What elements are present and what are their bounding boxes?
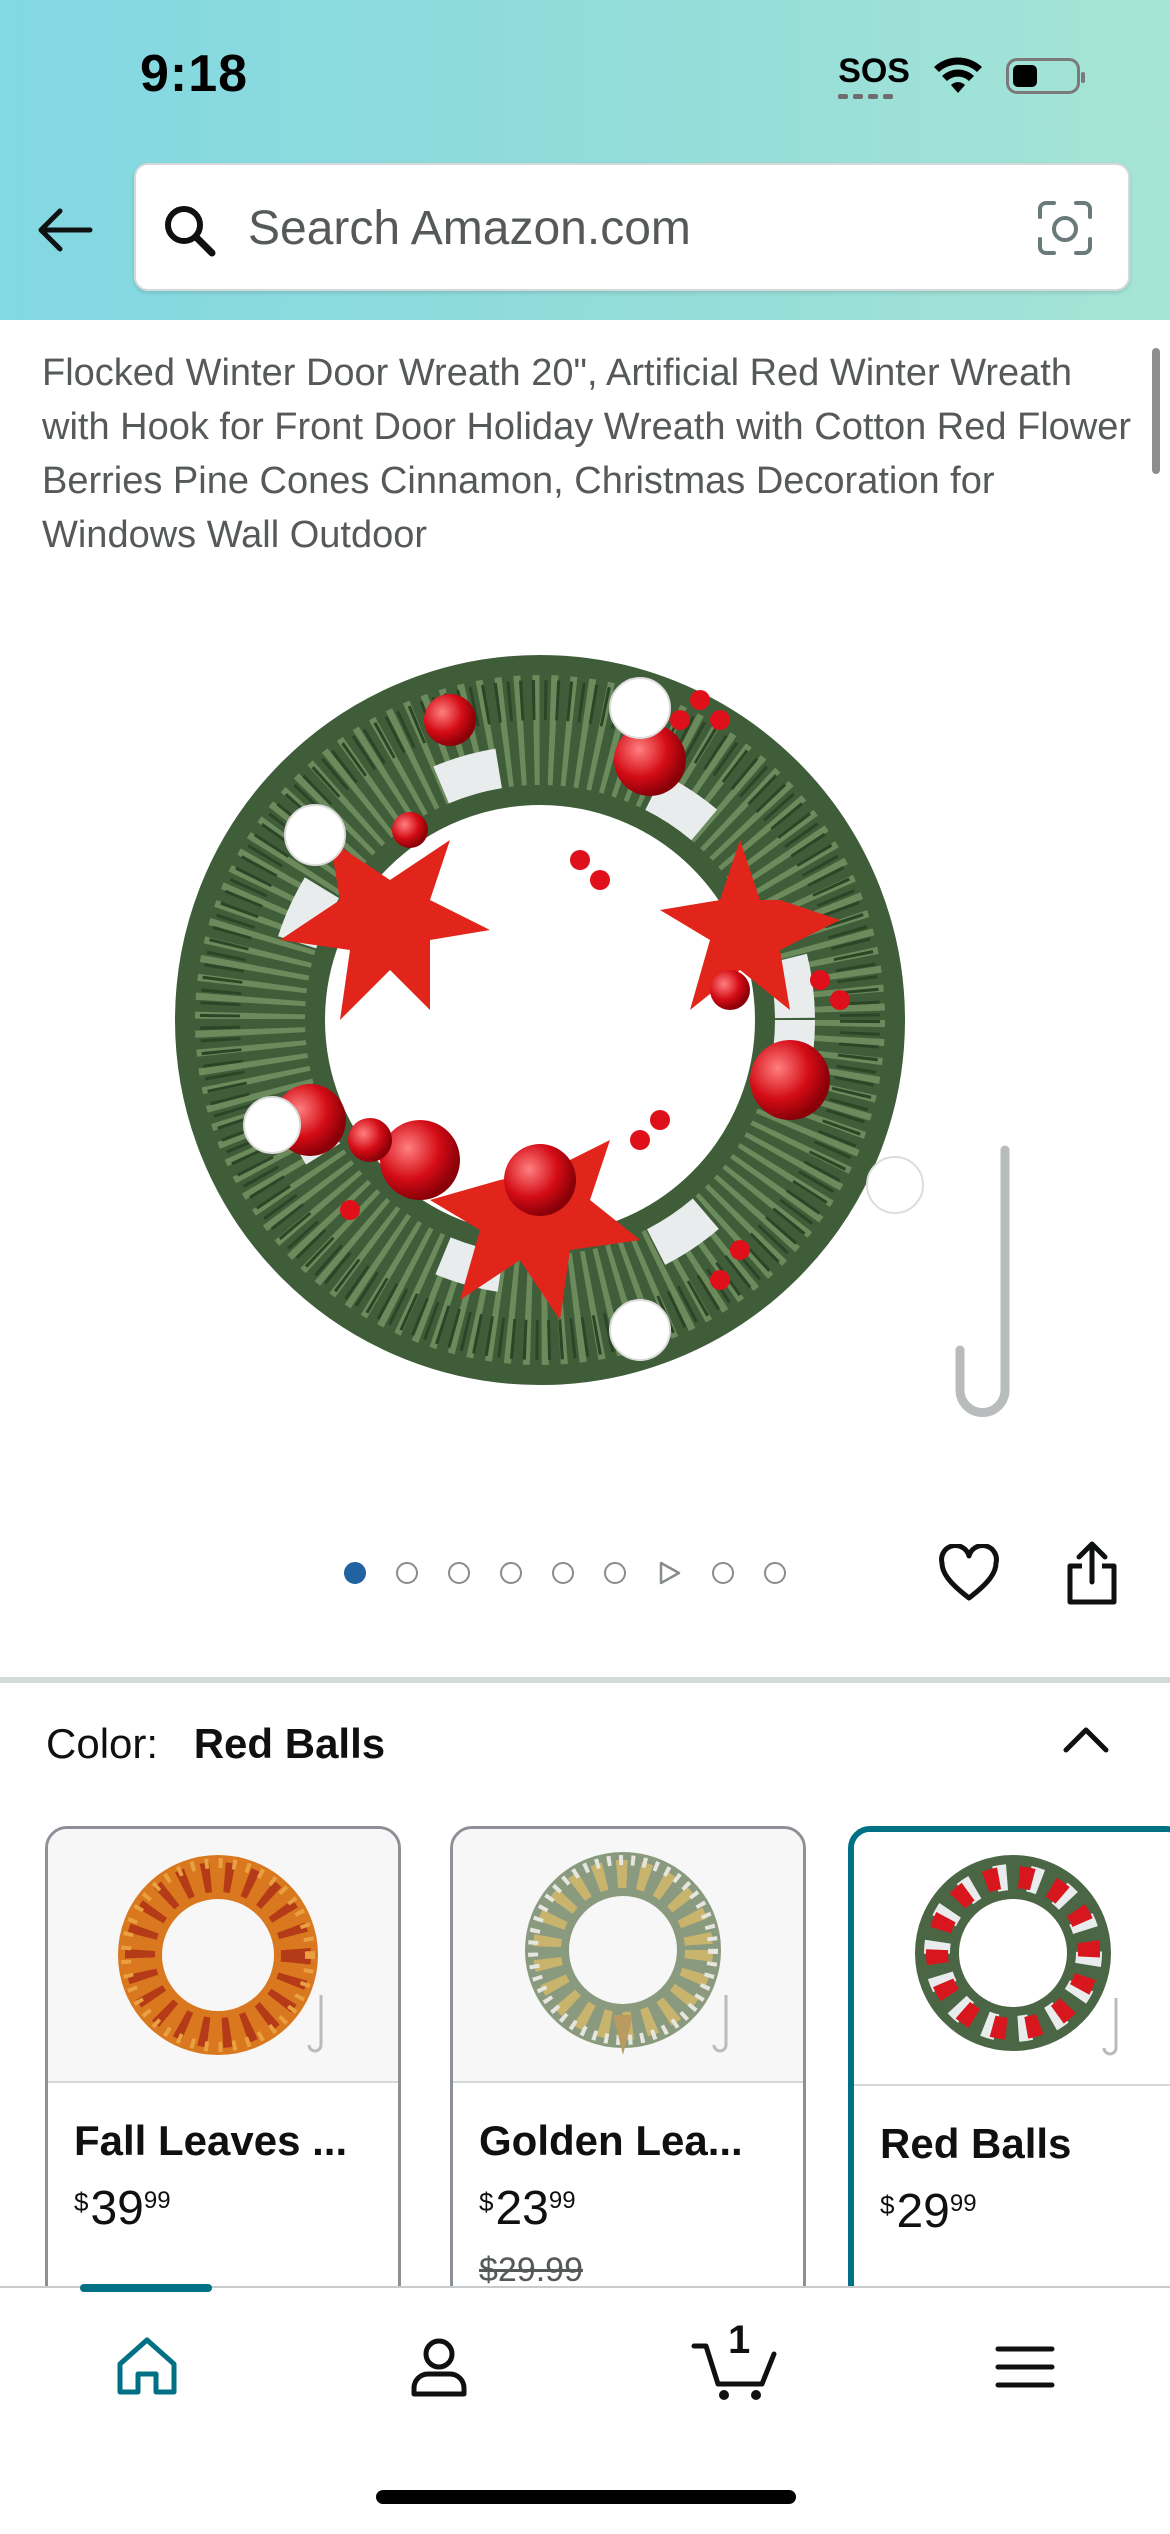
home-icon[interactable]: [112, 2332, 182, 2402]
header: 9:18 SOS: [0, 0, 1170, 320]
account-icon[interactable]: [404, 2332, 474, 2402]
search-input[interactable]: [246, 195, 950, 261]
color-option-thumbnail: [854, 1832, 1170, 2086]
color-option-fall-leaves[interactable]: Fall Leaves ... $3999: [45, 1826, 401, 2306]
carousel-dot[interactable]: [396, 1562, 418, 1584]
heart-icon[interactable]: [938, 1544, 1000, 1606]
price-fraction: 99: [548, 2187, 576, 2214]
color-option-red-balls[interactable]: Red Balls $2999: [848, 1826, 1170, 2306]
color-selection-header: Color: Red Balls: [46, 1720, 385, 1768]
search-icon: [165, 206, 216, 257]
carousel-dot[interactable]: [764, 1562, 786, 1584]
carousel-dot[interactable]: [500, 1562, 522, 1584]
battery-icon: [1006, 57, 1085, 94]
color-option-price: $3999: [74, 2181, 171, 2236]
selected-color: Red Balls: [193, 1720, 386, 1767]
carousel-dot[interactable]: [448, 1562, 470, 1584]
color-option-thumbnail: [453, 1829, 803, 2083]
currency-symbol: $: [74, 2187, 89, 2217]
wifi-icon: [934, 56, 982, 93]
color-option-thumbnail: [48, 1829, 398, 2083]
status-time: 9:18: [140, 45, 249, 103]
camera-lens-icon[interactable]: [1036, 199, 1094, 257]
color-option-price: $2999: [880, 2184, 977, 2239]
section-divider: [0, 1677, 1170, 1683]
color-label: Color:: [46, 1720, 159, 1767]
carousel-dot[interactable]: [552, 1562, 574, 1584]
cart-count-badge: 1: [728, 2318, 751, 2362]
sos-label: SOS: [838, 52, 910, 90]
color-option-name: Fall Leaves ...: [74, 2117, 348, 2164]
price-fraction: 99: [143, 2187, 171, 2214]
color-option-price: $2399: [479, 2181, 576, 2236]
chevron-up-icon[interactable]: [1058, 1720, 1114, 1760]
carousel-dot[interactable]: [604, 1562, 626, 1584]
status-indicators: SOS: [838, 52, 1085, 99]
sos-indicator: SOS: [838, 52, 910, 99]
price-whole: 23: [495, 2182, 549, 2235]
color-option-golden-leaves[interactable]: Golden Lea... $2399 $29.99: [450, 1826, 806, 2306]
video-play-icon[interactable]: [656, 1560, 682, 1586]
back-arrow-icon[interactable]: [34, 200, 94, 260]
price-whole: 29: [896, 2185, 950, 2238]
active-tab-indicator: [80, 2284, 212, 2292]
share-icon[interactable]: [1062, 1540, 1122, 1606]
home-indicator[interactable]: [376, 2490, 796, 2504]
color-option-name: Golden Lea...: [479, 2117, 743, 2164]
menu-icon[interactable]: [990, 2332, 1060, 2402]
carousel-dot[interactable]: [344, 1562, 366, 1584]
color-option-list-price: $29.99: [479, 2251, 583, 2289]
price-whole: 39: [90, 2182, 144, 2235]
currency-symbol: $: [880, 2190, 895, 2220]
product-title[interactable]: Flocked Winter Door Wreath 20", Artifici…: [42, 346, 1132, 562]
price-fraction: 99: [949, 2190, 977, 2217]
carousel-dot[interactable]: [712, 1562, 734, 1584]
currency-symbol: $: [479, 2187, 494, 2217]
scroll-indicator: [1152, 348, 1160, 474]
product-image[interactable]: [140, 560, 1040, 1460]
color-option-name: Red Balls: [880, 2120, 1072, 2167]
search-bar[interactable]: [134, 163, 1130, 291]
image-carousel-indicator[interactable]: [344, 1560, 786, 1586]
